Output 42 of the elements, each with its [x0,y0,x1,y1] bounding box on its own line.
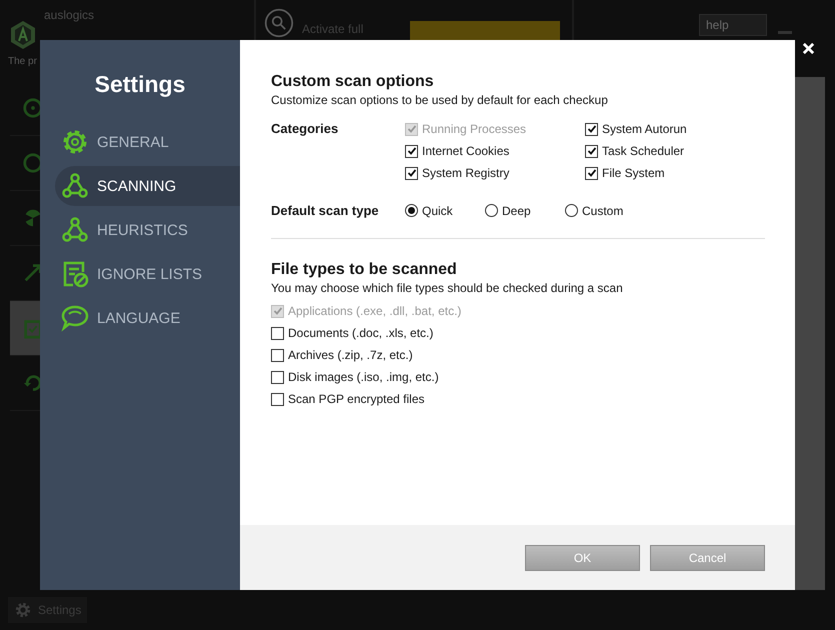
scan-type-radio[interactable]: Quick [405,204,485,218]
nodes-icon [61,172,89,200]
gear-icon [61,128,89,156]
dialog-title: Settings [94,71,186,98]
tagline: The pr [8,56,37,67]
checkmark-icon [586,146,596,156]
nodes-icon [61,216,89,244]
section-heading: File types to be scanned [271,261,458,279]
checkmark-icon [272,306,282,316]
category-checkbox[interactable]: Internet Cookies [405,143,585,159]
nav-item[interactable]: IGNORE LISTS [55,254,240,294]
file-type-checkbox[interactable]: Disk images (.iso, .img, etc.) [271,369,765,385]
checkmark-icon [406,146,416,156]
document-block-icon [61,260,89,288]
radio-dot [408,207,415,214]
nav-item[interactable]: SCANNING [55,166,240,206]
nav-item[interactable]: HEURISTICS [55,210,240,250]
category-checkbox[interactable]: System Autorun [585,121,765,137]
category-checkbox[interactable]: File System [585,165,765,181]
file-type-checkbox[interactable]: Documents (.doc, .xls, etc.) [271,325,765,341]
category-checkbox[interactable]: System Registry [405,165,585,181]
scan-type-label: Default scan type [271,203,380,218]
section-heading: Custom scan options [271,73,435,91]
section-description: You may choose which file types should be checked during a scan [271,281,624,295]
categories-label: Categories [271,121,340,138]
file-type-checkbox[interactable]: Scan PGP encrypted files [271,391,765,407]
nav-item[interactable]: LANGUAGE [55,298,240,338]
checkmark-icon [406,124,416,134]
category-checkbox[interactable]: Task Scheduler [585,143,765,159]
scan-type-radio[interactable]: Deep [485,204,565,218]
section-description: Customize scan options to be used by default for each checkup [271,93,609,107]
speech-bubble-icon [61,304,89,332]
gear-icon [14,601,32,619]
nav-item[interactable]: GENERAL [55,122,240,162]
checkmark-icon [406,168,416,178]
shield-logo-icon [10,20,36,50]
checkmark-icon [586,124,596,134]
checkmark-icon [586,168,596,178]
close-icon[interactable] [802,42,815,55]
file-type-checkbox[interactable]: Archives (.zip, .7z, etc.) [271,347,765,363]
scan-type-radio[interactable]: Custom [565,204,645,218]
brand-name: auslogics [44,8,94,22]
